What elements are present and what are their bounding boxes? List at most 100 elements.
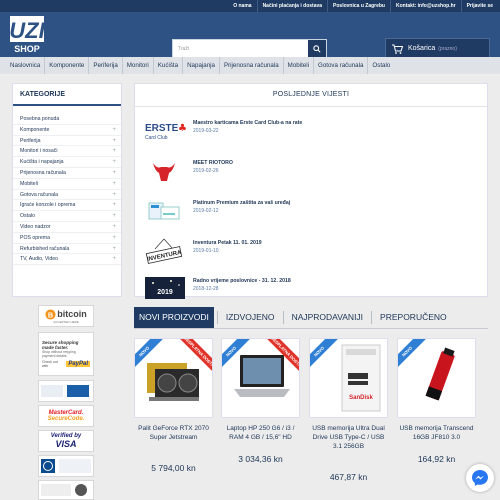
product-price: 5 794,00 kn [151, 463, 196, 473]
product-price: 164,92 kn [417, 454, 456, 464]
link-contact[interactable]: Kontakt: info@uzshop.hr [390, 0, 461, 12]
news-item-title: Platinum Premium zaštita za vaš uređaj [193, 200, 291, 206]
nav-item-other[interactable]: Ostalo [368, 57, 394, 74]
sidebar-category-label: POS oprema [20, 234, 50, 241]
link-payment-delivery[interactable]: Načini plaćanja i dostava [256, 0, 327, 12]
nav-item-monitors[interactable]: Monitori [123, 57, 154, 74]
new-year-thumb: 2019 [145, 277, 185, 299]
news-item-title: Inventura Petak 11. 01. 2019 [193, 240, 262, 246]
news-item-title: Maestro karticama Erste Card Club-a na r… [193, 120, 303, 126]
expand-plus-icon[interactable]: + [112, 179, 116, 190]
nav-item-peripherals[interactable]: Periferija [89, 57, 123, 74]
paypal-check: Check out with [42, 360, 58, 368]
messenger-chat-button[interactable] [466, 464, 494, 492]
product-image[interactable]: NOVO [397, 338, 476, 418]
sidebar-category-item[interactable]: Mobiteli + [13, 179, 121, 190]
expand-plus-icon[interactable]: + [112, 157, 116, 168]
diners-icon [41, 459, 91, 473]
sidebar-category-item[interactable]: Ostalo + [13, 211, 121, 222]
search-input[interactable]: Traži [178, 40, 189, 58]
link-about[interactable]: O nama [228, 0, 256, 12]
nav-item-cases[interactable]: Kućišta [154, 57, 184, 74]
product-name[interactable]: Palit GeForce RTX 2070 Super Jetstream [134, 424, 213, 442]
tab-recommended[interactable]: PREPORUČENO [375, 307, 452, 328]
product-image[interactable]: SanDisk NOVO [309, 338, 388, 418]
sidebar-category-label: Komponente [20, 126, 50, 133]
inventura-sign-thumb: INVENTURA [145, 238, 183, 264]
sidebar-category-item[interactable]: POS oprema + [13, 233, 121, 244]
sidebar-category-item[interactable]: Igraće konzole i oprema + [13, 200, 121, 212]
product-name[interactable]: Laptop HP 250 G6 / i3 / RAM 4 GB / 15,6"… [221, 424, 300, 442]
fina-thumb [148, 202, 180, 220]
product-price: 3 034,36 kn [238, 454, 283, 464]
expand-plus-icon[interactable]: + [112, 168, 116, 179]
product-image[interactable]: NOVO BESPLATNA DOSTAVA [221, 338, 300, 418]
sidebar-category-item[interactable]: Video nadzor + [13, 222, 121, 233]
nav-item-psu[interactable]: Napajanja [183, 57, 220, 74]
expand-plus-icon[interactable]: + [112, 190, 116, 201]
news-item[interactable]: INVENTURA Inventura Petak 11. 01. 2019 2… [135, 232, 489, 272]
link-store-zagreb[interactable]: Poslovnica u Zagrebu [327, 0, 390, 12]
svg-text:♣: ♣ [178, 123, 187, 134]
sidebar-category-item[interactable]: Periferija + [13, 136, 121, 147]
product-name[interactable]: USB memorija Ultra Dual Drive USB Type-C… [309, 424, 388, 451]
tab-bestsellers[interactable]: NAJPRODAVANIJI [287, 307, 368, 328]
sidebar-category-item[interactable]: Posebna ponuda [13, 114, 121, 125]
news-item[interactable]: Platinum Premium zaštita za vaš uređaj 2… [135, 192, 489, 232]
sidebar-category-label: Kućišta i napajanja [20, 159, 64, 166]
svg-text:SanDisk: SanDisk [349, 395, 373, 401]
news-item[interactable]: MEET RIOTORO 2019-02-26 [135, 152, 489, 192]
search-box[interactable]: Traži [172, 39, 327, 59]
mastercard-line-2: SecureCode. [47, 416, 85, 422]
nav-item-desktops[interactable]: Gotova računala [314, 57, 369, 74]
product-card[interactable]: NOVO USB memorija Transcend 16GB JF810 3… [397, 338, 476, 500]
product-image[interactable]: NOVO BESPLATNA DOSTAVA [134, 338, 213, 418]
svg-text:B: B [48, 310, 53, 319]
bitcoin-icon: B [45, 308, 56, 320]
search-icon [313, 45, 321, 53]
expand-plus-icon[interactable]: + [112, 254, 116, 265]
cart-status: (prazno) [438, 46, 457, 52]
bank-logo-icon [41, 385, 89, 397]
expand-plus-icon[interactable]: + [112, 125, 116, 136]
nav-item-components[interactable]: Komponente [45, 57, 90, 74]
news-item[interactable]: 2019 Radno vrijeme poslovnice - 31. 12. … [135, 270, 489, 310]
expand-plus-icon[interactable]: + [112, 200, 116, 211]
category-list: Posebna ponuda Komponente + Periferija + Moni… [13, 106, 121, 266]
expand-plus-icon[interactable]: + [112, 233, 116, 244]
expand-plus-icon[interactable]: + [112, 136, 116, 147]
expand-plus-icon[interactable]: + [112, 244, 116, 255]
product-card[interactable]: NOVO BESPLATNA DOSTAVA Palit GeForce RTX… [134, 338, 213, 500]
news-item[interactable]: ERSTE Card Club ♣ Maestro karticama Erst… [135, 112, 489, 152]
sidebar-category-item[interactable]: Kućišta i napajanja + [13, 157, 121, 168]
product-card[interactable]: NOVO BESPLATNA DOSTAVA Laptop HP 250 G6 … [221, 338, 300, 500]
product-card[interactable]: SanDisk NOVO USB memorija Ultra Dual Dri… [309, 338, 388, 500]
tab-new-products[interactable]: NOVI PROIZVODI [134, 307, 214, 328]
tab-featured[interactable]: IZDVOJENO [221, 307, 280, 328]
sidebar-category-item[interactable]: Monitori i nosači + [13, 146, 121, 158]
bank-badge [38, 380, 94, 402]
sidebar-category-label: Posebna ponuda [20, 116, 60, 122]
sidebar-category-item[interactable]: Refurbished računala + [13, 244, 121, 255]
bitcoin-sub: ACCEPTED HERE [53, 319, 79, 324]
expand-plus-icon[interactable]: + [112, 146, 116, 157]
sidebar-category-item[interactable]: Prijenosna računala + [13, 168, 121, 179]
site-logo[interactable]: UZI SHOP [8, 14, 48, 54]
nav-item-home[interactable]: Naslovnica [6, 57, 46, 74]
search-button[interactable] [308, 40, 326, 58]
nav-item-phones[interactable]: Mobiteli [284, 57, 314, 74]
visa-badge: Verified by VISA [38, 430, 94, 452]
link-login[interactable]: Prijavite se [460, 0, 498, 12]
sidebar-category-item[interactable]: TV, Audio, Video + [13, 254, 121, 266]
cart-label: Košarica [408, 45, 436, 52]
expand-plus-icon[interactable]: + [112, 222, 116, 233]
nav-item-laptops[interactable]: Prijenosna računala [220, 57, 284, 74]
news-item-date: 2019-02-12 [193, 208, 219, 214]
top-links: O nama Načini plaćanja i dostava Poslovn… [228, 0, 498, 12]
expand-plus-icon[interactable]: + [112, 211, 116, 222]
sidebar-category-item[interactable]: Komponente + [13, 125, 121, 136]
sidebar-category-label: Mobiteli [20, 180, 38, 187]
sidebar-category-item[interactable]: Gotova računala + [13, 190, 121, 201]
news-item-title: Radno vrijeme poslovnice - 31. 12. 2018 [193, 278, 291, 284]
product-name[interactable]: USB memorija Transcend 16GB JF810 3.0 [397, 424, 476, 442]
